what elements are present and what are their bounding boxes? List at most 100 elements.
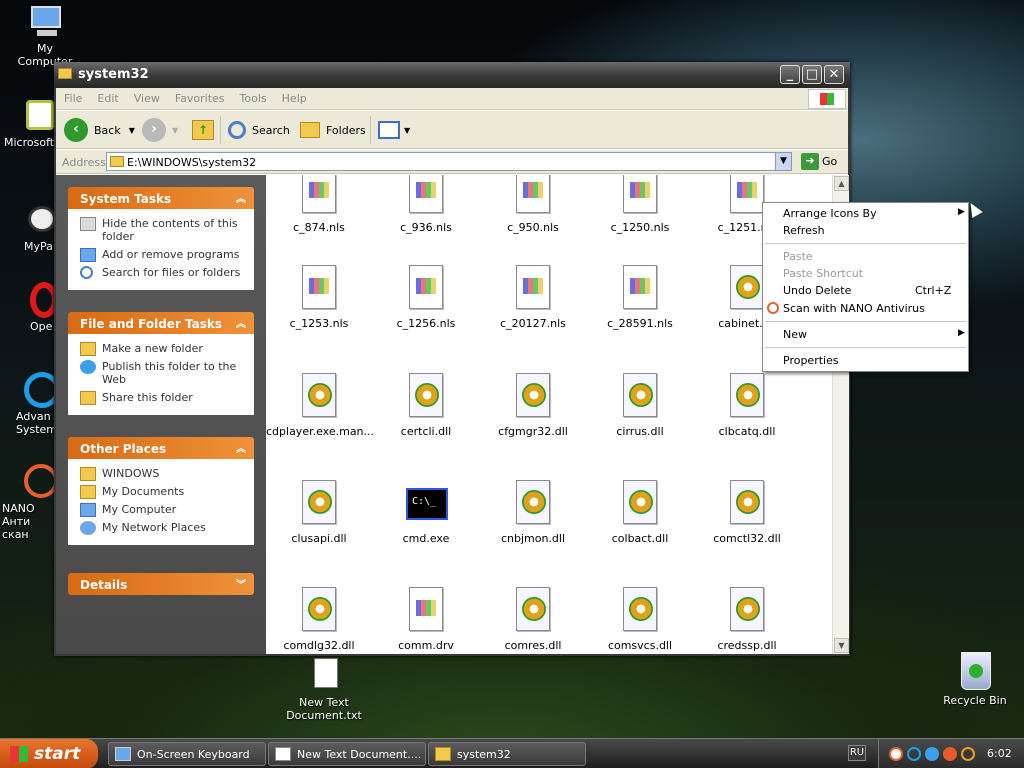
nano-antivirus-icon xyxy=(767,302,779,314)
back-button[interactable]: ‹ Back ▼ xyxy=(64,117,135,143)
file-item[interactable]: c_950.nls xyxy=(480,175,586,234)
taskbar-item-system32[interactable]: system32 xyxy=(428,742,586,766)
task-share-folder[interactable]: Share this folder xyxy=(80,391,246,405)
tools-tray-icon[interactable] xyxy=(943,747,957,761)
views-button[interactable]: ▼ xyxy=(378,117,410,143)
other-places-header[interactable]: Other Places ︽ xyxy=(68,437,254,459)
file-item[interactable]: c_936.nls xyxy=(373,175,479,234)
task-add-remove-programs[interactable]: Add or remove programs xyxy=(80,248,246,262)
folders-button[interactable]: Folders xyxy=(300,117,366,143)
system-file-icon xyxy=(406,265,446,313)
menu-favorites[interactable]: Favorites xyxy=(167,88,232,105)
search-tray-icon[interactable] xyxy=(961,747,975,761)
file-item[interactable]: c_1253.nls xyxy=(266,265,372,330)
file-item[interactable]: c_20127.nls xyxy=(480,265,586,330)
task-publish-to-web[interactable]: Publish this folder to the Web xyxy=(80,360,246,386)
maximize-button[interactable]: □ xyxy=(802,65,822,84)
file-item[interactable]: cirrus.dll xyxy=(587,373,693,438)
file-item[interactable]: credssp.dll xyxy=(694,587,800,652)
file-item[interactable]: c_1256.nls xyxy=(373,265,479,330)
place-windows[interactable]: WINDOWS xyxy=(80,467,246,481)
menu-refresh[interactable]: Refresh xyxy=(783,224,825,237)
expand-chevron-icon[interactable]: ︾ xyxy=(236,576,246,591)
menu-file[interactable]: File xyxy=(56,88,89,105)
gear-icon xyxy=(736,383,760,407)
new-folder-icon xyxy=(80,342,96,356)
up-folder-button[interactable]: ↑ xyxy=(192,117,214,143)
advanced-system-tray-icon[interactable] xyxy=(907,747,921,761)
file-view[interactable]: c_874.nls c_936.nls c_950.nls c_1250.nls c_1… xyxy=(266,175,832,654)
menu-paste-shortcut[interactable]: Paste Shortcut xyxy=(783,267,863,280)
minimize-button[interactable]: _ xyxy=(780,65,800,84)
menu-scan-nano[interactable]: Scan with NANO Antivirus xyxy=(767,302,925,315)
submenu-arrow-icon: ▶ xyxy=(958,207,965,217)
menu-help[interactable]: Help xyxy=(274,88,314,105)
back-arrow-icon: ‹ xyxy=(64,118,88,142)
close-button[interactable]: ✕ xyxy=(824,65,844,84)
file-item[interactable]: comres.dll xyxy=(480,587,586,652)
file-item[interactable]: cfgmgr32.dll xyxy=(480,373,586,438)
file-item[interactable]: comsvcs.dll xyxy=(587,587,693,652)
system-file-icon xyxy=(513,175,553,217)
place-my-network-places[interactable]: My Network Places xyxy=(80,521,246,535)
dll-icon xyxy=(299,587,339,635)
folders-label: Folders xyxy=(326,123,366,137)
start-button[interactable]: start xyxy=(0,739,98,768)
desktop-icon-recycle-bin[interactable]: Recycle Bin xyxy=(940,650,1010,707)
system-tasks-header[interactable]: System Tasks ︽ xyxy=(68,187,254,209)
file-item[interactable]: clbcatq.dll xyxy=(694,373,800,438)
file-folder-tasks-header[interactable]: File and Folder Tasks ︽ xyxy=(68,312,254,334)
file-item[interactable]: c_1250.nls xyxy=(587,175,693,234)
menu-view[interactable]: View xyxy=(126,88,167,105)
menu-tools[interactable]: Tools xyxy=(232,88,274,105)
file-item[interactable]: cdplayer.exe.man... xyxy=(266,373,374,438)
forward-button[interactable]: › ▼ xyxy=(142,117,178,143)
address-input[interactable]: E:\WINDOWS\system32 ▼ xyxy=(106,152,792,171)
desktop-icon-my-computer[interactable]: My Computer xyxy=(10,4,80,68)
title-bar[interactable]: system32 _ □ ✕ xyxy=(54,62,850,88)
file-item[interactable]: colbact.dll xyxy=(587,480,693,545)
file-item[interactable]: cnbjmon.dll xyxy=(480,480,586,545)
place-my-documents[interactable]: My Documents xyxy=(80,485,246,499)
collapse-chevron-icon[interactable]: ︽ xyxy=(236,190,246,205)
menu-arrange-icons-by[interactable]: Arrange Icons By ▶ xyxy=(783,207,965,220)
menu-edit[interactable]: Edit xyxy=(89,88,125,105)
file-item[interactable]: comdlg32.dll xyxy=(266,587,372,652)
task-search-files[interactable]: Search for files or folders xyxy=(80,266,246,279)
network-tray-icon[interactable] xyxy=(925,747,939,761)
file-item[interactable]: comctl32.dll xyxy=(694,480,800,545)
nano-tray-icon[interactable] xyxy=(889,747,903,761)
language-indicator[interactable]: RU xyxy=(848,745,866,761)
task-pane: System Tasks ︽ Hide the contents of this … xyxy=(56,175,266,654)
address-dropdown-button[interactable]: ▼ xyxy=(775,153,791,170)
menu-undo-delete[interactable]: Undo Delete Ctrl+Z xyxy=(783,284,951,297)
file-item[interactable]: comm.drv xyxy=(373,587,479,652)
taskbar-item-new-text-document[interactable]: New Text Document.... xyxy=(268,742,426,766)
search-button[interactable]: Search xyxy=(228,117,290,143)
scroll-down-button[interactable]: ▼ xyxy=(834,638,849,653)
file-item[interactable]: clusapi.dll xyxy=(266,480,372,545)
other-places-panel: Other Places ︽ WINDOWS My Documents My Co… xyxy=(68,437,254,545)
back-dropdown-icon: ▼ xyxy=(128,125,135,135)
file-item[interactable]: C:\_ cmd.exe xyxy=(373,480,479,545)
scroll-up-button[interactable]: ▲ xyxy=(834,176,849,191)
publish-web-icon xyxy=(80,360,96,374)
menu-new[interactable]: New ▶ xyxy=(783,328,965,341)
go-button[interactable]: ➜ Go xyxy=(798,153,837,170)
details-header[interactable]: Details ︾ xyxy=(68,573,254,595)
task-hide-contents[interactable]: Hide the contents of this folder xyxy=(80,217,246,243)
task-make-new-folder[interactable]: Make a new folder xyxy=(80,342,246,356)
place-my-computer[interactable]: My Computer xyxy=(80,503,246,517)
file-item[interactable]: certcli.dll xyxy=(373,373,479,438)
gear-icon xyxy=(736,490,760,514)
desktop-icon-new-text-document[interactable]: New Text Document.txt xyxy=(286,658,362,722)
file-name: c_20127.nls xyxy=(500,317,566,330)
menu-properties[interactable]: Properties xyxy=(783,354,839,367)
other-places-title: Other Places xyxy=(80,442,167,456)
file-item[interactable]: c_28591.nls xyxy=(587,265,693,330)
taskbar-item-on-screen-keyboard[interactable]: On-Screen Keyboard xyxy=(108,742,266,766)
collapse-chevron-icon[interactable]: ︽ xyxy=(236,440,246,455)
collapse-chevron-icon[interactable]: ︽ xyxy=(236,315,246,330)
file-item[interactable]: c_874.nls xyxy=(266,175,372,234)
menu-paste[interactable]: Paste xyxy=(783,250,813,263)
